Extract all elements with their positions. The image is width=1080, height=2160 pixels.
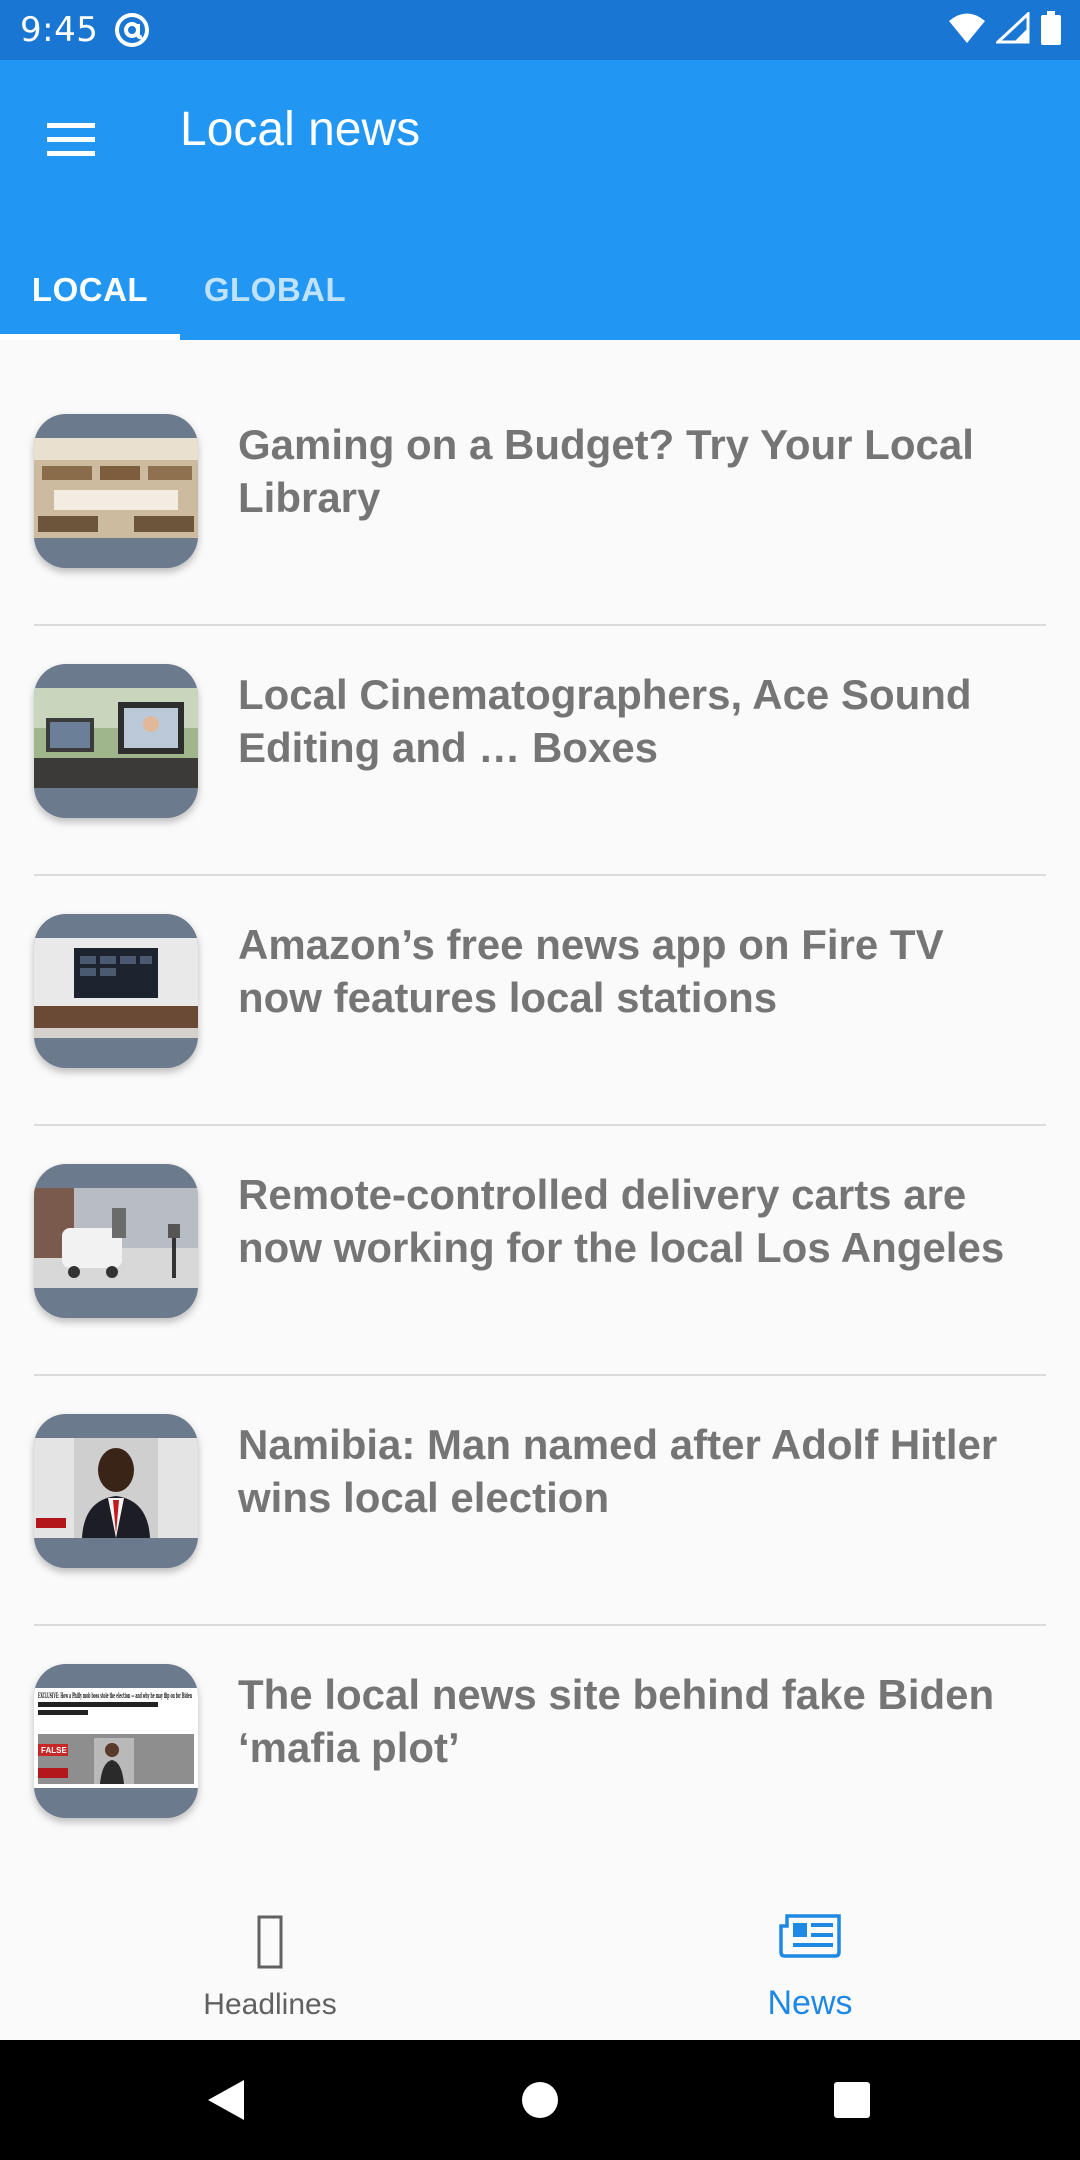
thumbnail-article: EXCLUSIVE: How a Philly mob boss stole t… — [34, 1664, 198, 1818]
tab-bar: LOCAL GLOBAL — [0, 240, 1080, 340]
news-title: Gaming on a Budget? Try Your Local Libra… — [238, 421, 974, 521]
tab-local[interactable]: LOCAL — [0, 240, 180, 340]
thumbnail-portrait — [34, 1414, 198, 1568]
app-bar: Local news LOCAL GLOBAL — [0, 60, 1080, 340]
at-sign-icon — [114, 12, 150, 48]
list-item[interactable]: Amazon’s free news app on Fire TV now fe… — [34, 876, 1046, 1126]
recents-icon[interactable] — [772, 2040, 932, 2160]
thumbnail-laptops — [34, 664, 198, 818]
nav-item-news[interactable]: News — [540, 1870, 1080, 2040]
home-icon[interactable] — [460, 2040, 620, 2160]
battery-icon — [1040, 10, 1062, 50]
headlines-icon — [256, 1914, 284, 1975]
list-item[interactable]: Remote-controlled delivery carts are now… — [34, 1126, 1046, 1376]
news-title: Remote-controlled delivery carts are now… — [238, 1171, 1005, 1271]
news-list[interactable]: Gaming on a Budget? Try Your Local Libra… — [34, 376, 1046, 1876]
news-title: Amazon’s free news app on Fire TV now fe… — [238, 921, 944, 1021]
nav-label-headlines: Headlines — [203, 1988, 337, 2021]
thumbnail-library — [34, 414, 198, 568]
news-title: The local news site behind fake Biden ‘m… — [238, 1671, 995, 1771]
signal-icon — [994, 10, 1030, 49]
list-item[interactable]: Gaming on a Budget? Try Your Local Libra… — [34, 376, 1046, 626]
nav-label-news: News — [767, 1984, 853, 2022]
status-icons — [948, 10, 1062, 50]
thumbnail-delivery-cart — [34, 1164, 198, 1318]
list-item[interactable]: EXCLUSIVE: How a Philly mob boss stole t… — [34, 1626, 1046, 1876]
wifi-icon — [948, 12, 986, 49]
back-icon[interactable] — [146, 2040, 306, 2160]
list-item[interactable]: Local Cinematographers, Ace Sound Editin… — [34, 626, 1046, 876]
bottom-navigation: Headlines News — [0, 1870, 1080, 2040]
status-time: 9:45 — [20, 10, 99, 50]
status-bar: 9:45 — [0, 0, 1080, 60]
page-title: Local news — [180, 103, 421, 156]
news-title: Local Cinematographers, Ace Sound Editin… — [238, 671, 972, 771]
system-navigation-bar — [0, 2040, 1080, 2160]
newspaper-icon — [779, 1914, 841, 1963]
thumb-article-headline: EXCLUSIVE: How a Philly mob boss stole t… — [38, 1691, 192, 1700]
nav-item-headlines[interactable]: Headlines — [0, 1870, 540, 2040]
hamburger-menu-icon[interactable] — [36, 104, 106, 174]
thumbnail-tv — [34, 914, 198, 1068]
news-title: Namibia: Man named after Adolf Hitler wi… — [238, 1421, 998, 1521]
thumb-false-badge: FALSE — [41, 1746, 67, 1755]
list-item[interactable]: Namibia: Man named after Adolf Hitler wi… — [34, 1376, 1046, 1626]
tab-indicator — [0, 334, 180, 340]
tab-global[interactable]: GLOBAL — [180, 240, 370, 340]
